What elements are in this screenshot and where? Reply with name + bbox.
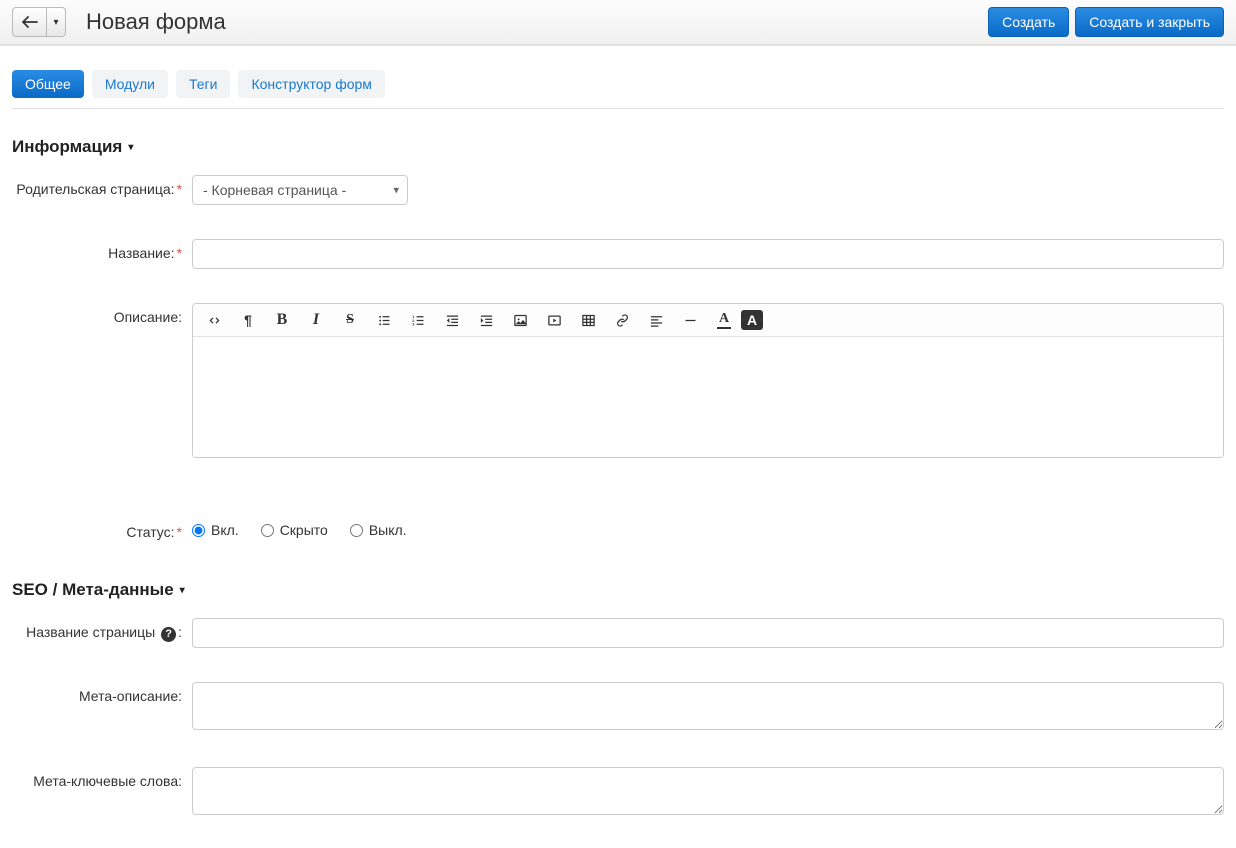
rich-text-editor: ¶ B I S 123 A A <box>192 303 1224 458</box>
rte-table-icon[interactable] <box>571 306 605 334</box>
section-heading-seo-label: SEO / Мета-данные <box>12 580 174 600</box>
section-heading-info[interactable]: Информация ▾ <box>12 137 1224 157</box>
row-parent-page: Родительская страница:* <box>12 175 1224 205</box>
rte-toolbar: ¶ B I S 123 A A <box>193 304 1223 337</box>
rte-bgcolor-icon[interactable]: A <box>741 310 763 330</box>
back-button-group: ▾ <box>12 7 66 37</box>
status-option-on[interactable]: Вкл. <box>192 522 239 538</box>
status-radio-off[interactable] <box>350 524 363 537</box>
tab-form-builder[interactable]: Конструктор форм <box>238 70 384 98</box>
rte-hr-icon[interactable] <box>673 306 707 334</box>
tab-tags[interactable]: Теги <box>176 70 230 98</box>
back-arrow-icon <box>22 15 38 29</box>
section-heading-seo[interactable]: SEO / Мета-данные ▾ <box>12 580 1224 600</box>
required-marker: * <box>177 181 182 197</box>
rte-code-icon[interactable] <box>197 306 231 334</box>
rte-outdent-icon[interactable] <box>435 306 469 334</box>
page-title: Новая форма <box>86 9 988 35</box>
rte-textcolor-icon[interactable]: A <box>707 306 741 334</box>
back-dropdown-button[interactable]: ▾ <box>46 7 66 37</box>
label-name: Название:* <box>12 239 192 261</box>
label-meta-description: Мета-описание: <box>12 682 192 704</box>
create-button[interactable]: Создать <box>988 7 1069 37</box>
rte-content-area[interactable] <box>193 337 1223 457</box>
name-input[interactable] <box>192 239 1224 269</box>
tab-general[interactable]: Общее <box>12 70 84 98</box>
caret-down-icon: ▾ <box>53 17 58 28</box>
rte-video-icon[interactable] <box>537 306 571 334</box>
tabs-bar: Общее Модули Теги Конструктор форм <box>12 56 1224 109</box>
meta-description-input[interactable] <box>192 682 1224 730</box>
rte-image-icon[interactable] <box>503 306 537 334</box>
status-option-on-label: Вкл. <box>211 522 239 538</box>
status-option-hidden[interactable]: Скрыто <box>261 522 328 538</box>
help-icon[interactable]: ? <box>161 627 176 642</box>
rte-link-icon[interactable] <box>605 306 639 334</box>
row-meta-description: Мета-описание: <box>12 682 1224 733</box>
label-status: Статус:* <box>12 518 192 540</box>
back-button[interactable] <box>12 7 46 37</box>
label-page-title-prefix: Название страницы <box>26 624 155 640</box>
caret-down-icon: ▾ <box>180 585 185 596</box>
rte-italic-icon[interactable]: I <box>299 306 333 334</box>
status-option-off[interactable]: Выкл. <box>350 522 407 538</box>
rte-strike-icon[interactable]: S <box>333 306 367 334</box>
row-status: Статус:* Вкл. Скрыто Выкл. <box>12 518 1224 540</box>
rte-paragraph-icon[interactable]: ¶ <box>231 306 265 334</box>
rte-ol-icon[interactable]: 123 <box>401 306 435 334</box>
label-status-text: Статус: <box>126 524 174 540</box>
required-marker: * <box>177 524 182 540</box>
tab-modules[interactable]: Модули <box>92 70 168 98</box>
section-heading-info-label: Информация <box>12 137 122 157</box>
label-page-title: Название страницы ?: <box>12 618 192 642</box>
label-description: Описание: <box>12 303 192 325</box>
required-marker: * <box>177 245 182 261</box>
page-title-input[interactable] <box>192 618 1224 648</box>
header-actions: Создать Создать и закрыть <box>988 7 1224 37</box>
meta-keywords-input[interactable] <box>192 767 1224 815</box>
rte-ul-icon[interactable] <box>367 306 401 334</box>
row-description: Описание: ¶ B I S 123 <box>12 303 1224 458</box>
label-page-title-suffix: : <box>178 624 182 640</box>
rte-indent-icon[interactable] <box>469 306 503 334</box>
row-meta-keywords: Мета-ключевые слова: <box>12 767 1224 818</box>
status-radio-hidden[interactable] <box>261 524 274 537</box>
label-parent-page: Родительская страница:* <box>12 175 192 197</box>
label-parent-page-text: Родительская страница: <box>16 181 174 197</box>
create-and-close-button[interactable]: Создать и закрыть <box>1075 7 1224 37</box>
row-page-title: Название страницы ?: <box>12 618 1224 648</box>
status-option-hidden-label: Скрыто <box>280 522 328 538</box>
status-radio-on[interactable] <box>192 524 205 537</box>
status-option-off-label: Выкл. <box>369 522 407 538</box>
rte-bold-icon[interactable]: B <box>265 306 299 334</box>
label-name-text: Название: <box>108 245 174 261</box>
page-header: ▾ Новая форма Создать Создать и закрыть <box>0 0 1236 45</box>
parent-page-select[interactable] <box>192 175 408 205</box>
label-meta-keywords: Мета-ключевые слова: <box>12 767 192 789</box>
svg-text:3: 3 <box>412 322 414 326</box>
caret-down-icon: ▾ <box>128 142 133 153</box>
row-name: Название:* <box>12 239 1224 269</box>
status-radio-group: Вкл. Скрыто Выкл. <box>192 518 1224 538</box>
rte-align-icon[interactable] <box>639 306 673 334</box>
